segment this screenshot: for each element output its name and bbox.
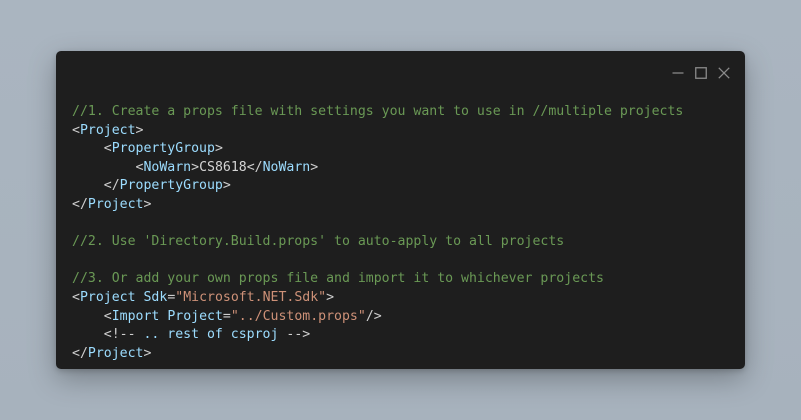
comment-token: //1. Create a props file with settings y… — [72, 104, 684, 119]
tag-name-token: NoWarn — [143, 159, 192, 175]
maximize-icon[interactable] — [694, 66, 708, 80]
tag-name-token: Project — [87, 345, 144, 361]
code-line: <Import Project="../Custom.props"/> — [72, 308, 683, 327]
minimize-icon[interactable] — [671, 66, 685, 80]
punctuation-token: > — [135, 122, 144, 138]
code-line: </Project> — [72, 345, 683, 364]
attribute-name-token: Sdk — [143, 289, 168, 305]
code-block: //1. Create a props file with settings y… — [72, 103, 683, 363]
tag-name-token: PropertyGroup — [111, 141, 215, 157]
punctuation-token: > — [214, 141, 223, 157]
code-window: //1. Create a props file with settings y… — [56, 51, 745, 369]
punctuation-token: --> — [278, 327, 311, 343]
punctuation-token: > — [222, 178, 231, 194]
comment-token: //2. Use 'Directory.Build.props' to auto… — [72, 234, 565, 250]
tag-name-token: Project — [79, 289, 136, 305]
punctuation-token: > — [191, 159, 200, 175]
punctuation-token: > — [310, 159, 319, 175]
window-controls — [671, 66, 731, 80]
text-token: CS8618 — [199, 159, 247, 175]
punctuation-token: </ — [72, 196, 88, 212]
comment-token: //3. Or add your own props file and impo… — [72, 271, 604, 287]
attribute-name-token: Project — [167, 308, 223, 324]
punctuation-token: < — [103, 308, 112, 324]
string-token: "Microsoft.NET.Sdk" — [175, 289, 327, 305]
close-icon[interactable] — [717, 66, 731, 80]
code-line: </PropertyGroup> — [72, 177, 683, 196]
punctuation-token: = — [222, 308, 231, 324]
tag-name-token: NoWarn — [262, 159, 311, 175]
punctuation-token: <!-- — [103, 327, 144, 343]
punctuation-token: /> — [365, 308, 382, 324]
code-line: </Project> — [72, 196, 683, 215]
punctuation-token: </ — [246, 159, 263, 175]
code-line: <Project> — [72, 122, 683, 141]
code-line: <Project Sdk="Microsoft.NET.Sdk"> — [72, 289, 683, 308]
punctuation-token: > — [143, 196, 152, 212]
tag-name-token: Project — [79, 122, 136, 138]
punctuation-token: < — [72, 122, 80, 138]
code-line: <NoWarn>CS8618</NoWarn> — [72, 159, 683, 178]
punctuation-token: < — [103, 141, 112, 157]
code-line: <!-- .. rest of csproj --> — [72, 326, 683, 345]
code-line: //3. Or add your own props file and impo… — [72, 270, 683, 289]
punctuation-token: </ — [72, 345, 88, 361]
punctuation-token: > — [143, 345, 152, 361]
punctuation-token: > — [326, 289, 335, 305]
code-line: //1. Create a props file with settings y… — [72, 103, 683, 122]
punctuation-token: </ — [103, 178, 120, 194]
code-line: <PropertyGroup> — [72, 140, 683, 159]
tag-name-token: Import — [111, 308, 160, 324]
tag-name-token: .. rest of csproj — [143, 327, 279, 343]
string-token: "../Custom.props" — [230, 308, 366, 324]
tag-name-token: Project — [87, 196, 144, 212]
tag-name-token: PropertyGroup — [119, 178, 223, 194]
punctuation-token: < — [72, 289, 80, 305]
code-line: //2. Use 'Directory.Build.props' to auto… — [72, 233, 683, 252]
